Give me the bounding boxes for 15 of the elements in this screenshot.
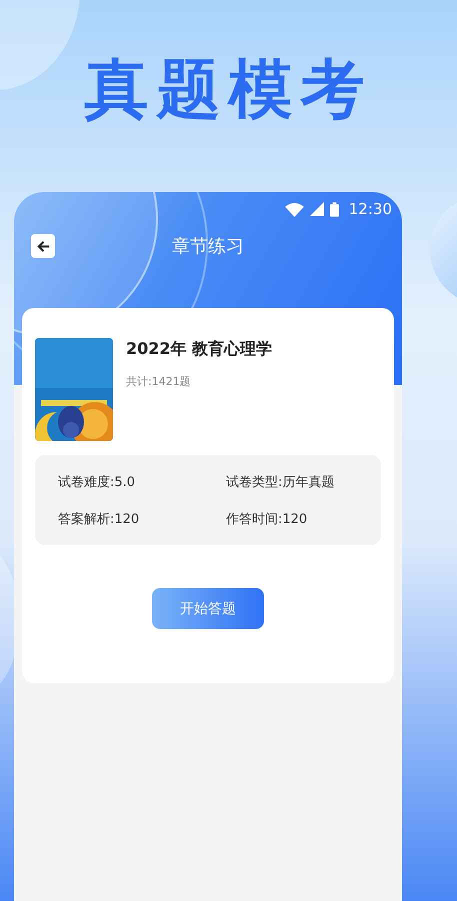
detail-text: 试卷难度:5.0 xyxy=(58,474,136,491)
detail-text: 作答时间:120 xyxy=(226,510,308,528)
wifi-icon xyxy=(284,202,304,217)
detail-text: 答案解析:120 xyxy=(58,510,140,528)
detail-text: 试卷类型:历年真题 xyxy=(226,474,336,491)
back-arrow-icon xyxy=(36,238,50,254)
question-count: 共计:1421题 xyxy=(126,374,192,390)
signal-icon xyxy=(310,202,324,216)
back-button[interactable] xyxy=(31,234,55,258)
status-time: 12:30 xyxy=(348,200,392,218)
battery-icon xyxy=(330,202,339,217)
start-button[interactable]: 开始答题 xyxy=(152,588,264,630)
paper-title: 2022年 教育心理学 xyxy=(126,339,272,360)
headline: 真题模考 xyxy=(84,52,372,130)
screen-title: 章节练习 xyxy=(172,235,244,258)
